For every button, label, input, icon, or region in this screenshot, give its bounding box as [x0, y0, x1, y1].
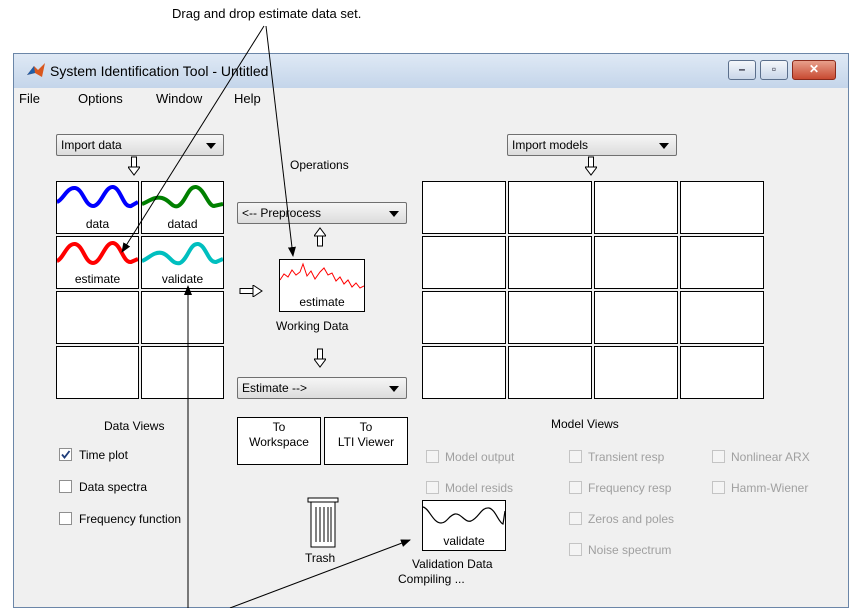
annotation-arrows	[121, 25, 411, 608]
arrow-to-working-data	[265, 25, 296, 257]
arrow-to-estimate-tile	[121, 25, 265, 253]
arrow-to-validation-data	[229, 539, 411, 608]
